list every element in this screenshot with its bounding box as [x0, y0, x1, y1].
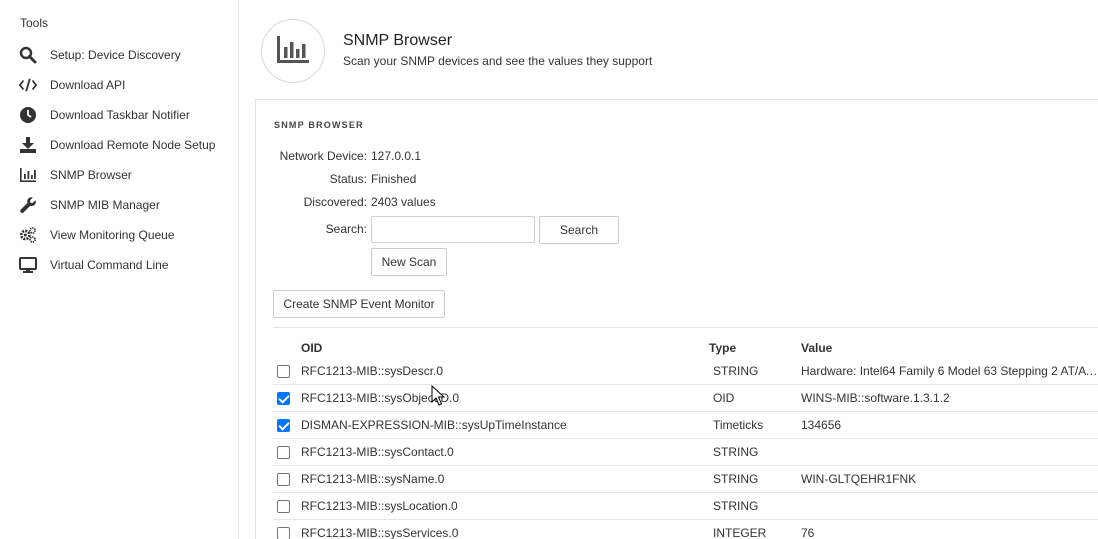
- table-row[interactable]: RFC1213-MIB::sysLocation.0 STRING: [273, 493, 1098, 520]
- search-button[interactable]: Search: [539, 216, 619, 244]
- sidebar-item-download-api[interactable]: Download API: [0, 70, 238, 100]
- oid-cell: RFC1213-MIB::sysName.0: [301, 472, 445, 486]
- oid-cell: RFC1213-MIB::sysObjectID.0: [301, 391, 460, 405]
- sidebar-item-snmp-browser[interactable]: SNMP Browser: [0, 160, 238, 190]
- oid-cell: RFC1213-MIB::sysDescr.0: [301, 364, 444, 378]
- value-cell: 134656: [801, 418, 842, 432]
- type-cell: STRING: [713, 472, 759, 486]
- page-title: SNMP Browser: [343, 32, 453, 49]
- sidebar-item-label: Download Remote Node Setup: [50, 138, 216, 152]
- panel-heading: SNMP BROWSER: [274, 120, 364, 130]
- sidebar-item-label: Virtual Command Line: [50, 258, 169, 272]
- column-header-value[interactable]: Value: [801, 341, 832, 355]
- bar-chart-icon: [19, 166, 37, 184]
- create-snmp-event-monitor-button[interactable]: Create SNMP Event Monitor: [273, 290, 445, 318]
- search-label: Search:: [325, 222, 367, 236]
- type-cell: STRING: [713, 499, 759, 513]
- network-device-value: 127.0.0.1: [371, 149, 422, 163]
- table-row[interactable]: RFC1213-MIB::sysObjectID.0 OID WINS-MIB:…: [273, 385, 1098, 412]
- column-header-oid[interactable]: OID: [301, 341, 322, 355]
- row-checkbox[interactable]: [277, 419, 290, 432]
- oid-cell: RFC1213-MIB::sysContact.0: [301, 445, 454, 459]
- value-cell: WINS-MIB::software.1.3.1.2: [801, 391, 950, 405]
- sidebar-title: Tools: [20, 16, 49, 30]
- sidebar-list: Setup: Device Discovery Download API Dow…: [0, 40, 238, 280]
- sidebar-item-device-discovery[interactable]: Setup: Device Discovery: [0, 40, 238, 70]
- code-icon: [19, 76, 37, 94]
- search-icon: [19, 46, 37, 64]
- mouse-cursor-icon: [431, 385, 445, 406]
- type-cell: STRING: [713, 364, 759, 378]
- column-header-type[interactable]: Type: [709, 341, 736, 355]
- status-label: Status:: [329, 172, 367, 186]
- search-input[interactable]: [371, 216, 535, 243]
- value-cell: WIN-GLTQEHR1FNK: [801, 472, 917, 486]
- table-row[interactable]: DISMAN-EXPRESSION-MIB::sysUpTimeInstance…: [273, 412, 1098, 439]
- discovered-label: Discovered:: [303, 195, 367, 209]
- type-cell: Timeticks: [713, 418, 764, 432]
- bar-chart-icon: [276, 35, 310, 68]
- gears-icon: [19, 226, 37, 244]
- row-checkbox[interactable]: [277, 473, 290, 486]
- sidebar-item-monitoring-queue[interactable]: View Monitoring Queue: [0, 220, 238, 250]
- sidebar-item-label: SNMP Browser: [50, 168, 132, 182]
- new-scan-button[interactable]: New Scan: [371, 248, 447, 276]
- type-cell: INTEGER: [713, 526, 767, 539]
- table-row[interactable]: RFC1213-MIB::sysContact.0 STRING: [273, 439, 1098, 466]
- table-row[interactable]: RFC1213-MIB::sysServices.0 INTEGER 76: [273, 520, 1098, 539]
- sidebar-item-taskbar-notifier[interactable]: Download Taskbar Notifier: [0, 100, 238, 130]
- sidebar-item-label: Download Taskbar Notifier: [50, 108, 190, 122]
- sidebar-item-label: View Monitoring Queue: [50, 228, 175, 242]
- value-cell: 76: [801, 526, 815, 539]
- sidebar-item-mib-manager[interactable]: SNMP MIB Manager: [0, 190, 238, 220]
- oid-cell: RFC1213-MIB::sysServices.0: [301, 526, 459, 539]
- row-checkbox[interactable]: [277, 365, 290, 378]
- type-cell: OID: [713, 391, 735, 405]
- sidebar-item-label: Download API: [50, 78, 126, 92]
- table-row[interactable]: RFC1213-MIB::sysName.0 STRING WIN-GLTQEH…: [273, 466, 1098, 493]
- monitor-icon: [19, 256, 37, 274]
- oid-cell: DISMAN-EXPRESSION-MIB::sysUpTimeInstance: [301, 418, 567, 432]
- sidebar-item-label: SNMP MIB Manager: [50, 198, 160, 212]
- type-cell: STRING: [713, 445, 759, 459]
- page-subtitle: Scan your SNMP devices and see the value…: [343, 54, 653, 68]
- discovered-value: 2403 values: [371, 195, 436, 209]
- row-checkbox[interactable]: [277, 392, 290, 405]
- oid-cell: RFC1213-MIB::sysLocation.0: [301, 499, 458, 513]
- row-checkbox[interactable]: [277, 446, 290, 459]
- sidebar: Tools Setup: Device Discovery Download A…: [0, 0, 239, 539]
- sidebar-item-remote-node-setup[interactable]: Download Remote Node Setup: [0, 130, 238, 160]
- clock-icon: [19, 106, 37, 124]
- network-device-label: Network Device:: [279, 149, 367, 163]
- wrench-icon: [19, 196, 37, 214]
- table-row[interactable]: RFC1213-MIB::sysDescr.0 STRING Hardware:…: [273, 358, 1098, 385]
- row-checkbox[interactable]: [277, 527, 290, 539]
- sidebar-item-virtual-command-line[interactable]: Virtual Command Line: [0, 250, 238, 280]
- download-icon: [19, 136, 37, 154]
- status-value: Finished: [371, 172, 417, 186]
- sidebar-item-label: Setup: Device Discovery: [50, 48, 181, 62]
- row-checkbox[interactable]: [277, 500, 290, 513]
- header-icon-circle: [261, 19, 325, 83]
- divider: [273, 327, 1098, 328]
- value-cell: Hardware: Intel64 Family 6 Model 63 Step…: [801, 364, 1098, 378]
